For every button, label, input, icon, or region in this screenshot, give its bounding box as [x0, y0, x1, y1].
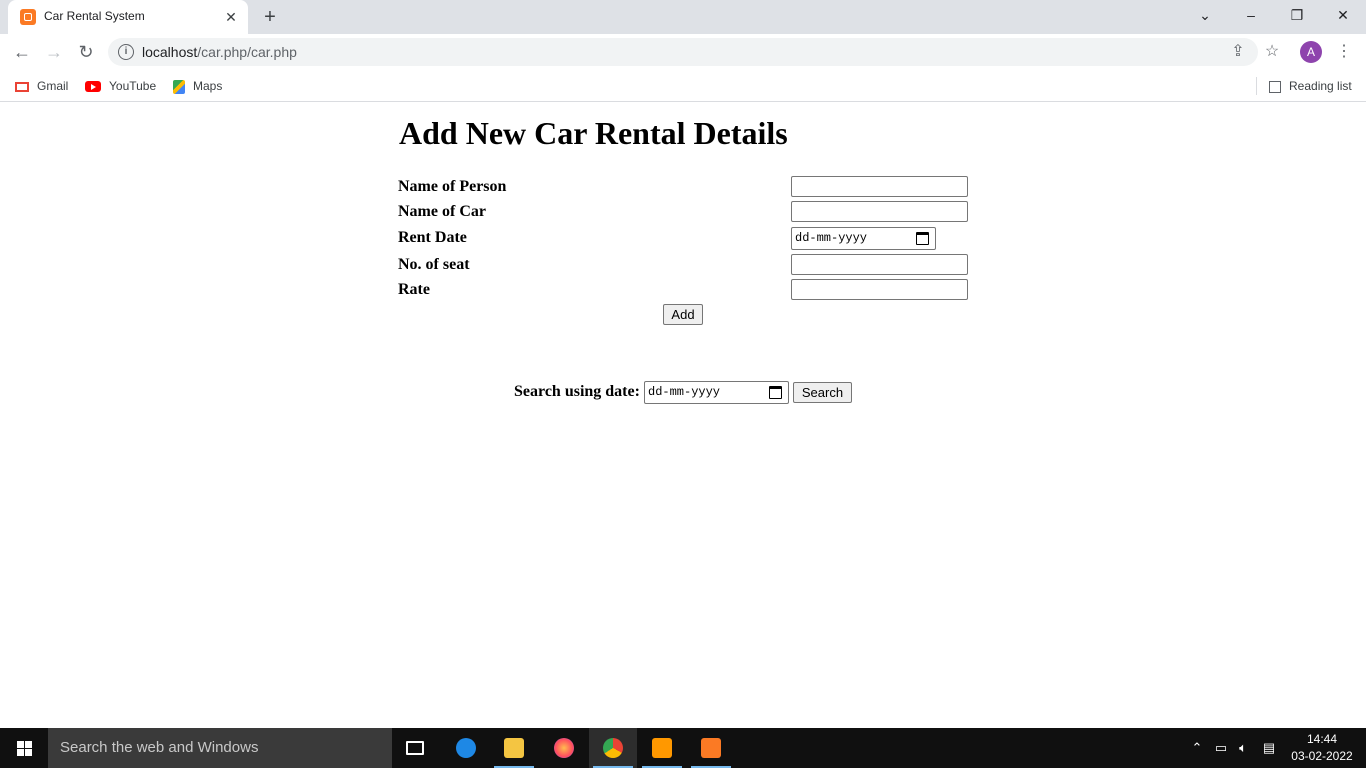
menu-kebab-icon[interactable]: ⋮: [1332, 40, 1356, 64]
minimize-button[interactable]: –: [1237, 3, 1265, 27]
rent-date-placeholder: dd-mm-yyyy: [795, 231, 868, 245]
tab-car-rental-system[interactable]: Car Rental System ✕: [8, 0, 248, 34]
no-of-seat-label: No. of seat: [398, 256, 470, 273]
firefox-icon: [554, 738, 574, 758]
tab-strip: Car Rental System ✕ + ⌄ – ❐ ✕: [0, 0, 1366, 34]
edge-taskbar-app[interactable]: [442, 728, 490, 768]
clock-date: 03-02-2022: [1291, 749, 1353, 763]
clock-time: 14:44: [1306, 732, 1338, 746]
address-url[interactable]: localhost/car.php/car.php: [142, 44, 297, 60]
new-tab-button[interactable]: +: [258, 6, 282, 28]
file-explorer-taskbar-app[interactable]: [490, 728, 538, 768]
site-info-icon[interactable]: i: [118, 44, 134, 60]
rent-date-input[interactable]: dd-mm-yyyy: [791, 227, 936, 250]
xampp-taskbar-app[interactable]: [687, 728, 735, 768]
no-of-seat-input[interactable]: [791, 254, 968, 275]
xampp-favicon-icon: [20, 9, 36, 25]
tray-expand-icon[interactable]: ⌃: [1188, 739, 1206, 757]
notifications-icon[interactable]: ▤: [1260, 739, 1278, 757]
bookmark-star-icon[interactable]: ☆: [1260, 40, 1284, 64]
tab-close-icon[interactable]: ✕: [222, 8, 240, 26]
bookmark-label: YouTube: [109, 79, 157, 93]
volume-icon[interactable]: 🔈︎: [1234, 739, 1252, 757]
page-content: Add New Car Rental Details Name of Perso…: [0, 103, 1366, 728]
name-of-person-label: Name of Person: [398, 178, 507, 195]
bookmark-maps[interactable]: Maps: [173, 77, 222, 95]
tab-search-chevron-icon[interactable]: ⌄: [1191, 3, 1219, 27]
edge-icon: [456, 738, 476, 758]
sublime-text-icon: [652, 738, 672, 758]
add-button[interactable]: Add: [663, 304, 703, 325]
chrome-taskbar-app[interactable]: [589, 728, 637, 768]
bookmarks-bar: Gmail YouTube Maps Reading list: [0, 70, 1366, 102]
page-title: Add New Car Rental Details: [399, 115, 788, 151]
search-button[interactable]: Search: [793, 382, 852, 403]
back-button[interactable]: ←: [9, 39, 35, 65]
battery-icon[interactable]: ▭: [1212, 739, 1230, 757]
sublime-taskbar-app[interactable]: [638, 728, 686, 768]
url-host: localhost: [142, 44, 198, 60]
start-button[interactable]: [0, 728, 48, 768]
search-date-placeholder: dd-mm-yyyy: [648, 385, 721, 399]
profile-avatar[interactable]: A: [1300, 41, 1322, 63]
share-icon[interactable]: ⇪: [1226, 40, 1250, 64]
name-of-person-input[interactable]: [791, 176, 968, 197]
search-date-input[interactable]: dd-mm-yyyy: [644, 381, 789, 404]
bookmark-label: Gmail: [37, 79, 69, 93]
search-date-label: Search using date:: [514, 383, 640, 400]
forward-button[interactable]: →: [41, 39, 67, 65]
rent-date-label: Rent Date: [398, 229, 467, 246]
reading-list-icon: [1269, 80, 1281, 93]
windows-taskbar: Search the web and Windows ⌃ ▭ 🔈︎ ▤ 14:4…: [0, 728, 1366, 768]
task-view-icon: [406, 741, 424, 755]
calendar-icon[interactable]: [916, 232, 929, 245]
taskbar-clock[interactable]: 14:44 03-02-2022: [1284, 731, 1360, 765]
chrome-icon: [603, 738, 623, 758]
calendar-icon[interactable]: [769, 386, 782, 399]
url-path: /car.php/car.php: [197, 44, 297, 60]
task-view-button[interactable]: [392, 728, 440, 768]
name-of-car-label: Name of Car: [398, 203, 486, 220]
name-of-car-input[interactable]: [791, 201, 968, 222]
xampp-icon: [701, 738, 721, 758]
browser-toolbar: ← → ↻ i localhost/car.php/car.php ⇪ ☆ A …: [0, 34, 1366, 70]
bookmark-gmail[interactable]: Gmail: [15, 77, 68, 95]
reload-button[interactable]: ↻: [73, 39, 99, 65]
bookmark-label: Maps: [193, 79, 223, 93]
firefox-taskbar-app[interactable]: [540, 728, 588, 768]
tab-title: Car Rental System: [44, 9, 145, 23]
address-bar[interactable]: i localhost/car.php/car.php ⇪: [108, 38, 1258, 66]
reading-list-button[interactable]: Reading list: [1256, 77, 1352, 95]
windows-logo-icon: [17, 741, 32, 756]
taskbar-search-box[interactable]: Search the web and Windows: [48, 728, 392, 768]
gmail-icon: [15, 81, 29, 92]
rate-input[interactable]: [791, 279, 968, 300]
bookmark-youtube[interactable]: YouTube: [85, 77, 156, 95]
window-close-button[interactable]: ✕: [1329, 3, 1357, 27]
reading-list-label: Reading list: [1289, 79, 1352, 93]
youtube-icon: [85, 81, 101, 93]
folder-icon: [504, 738, 524, 758]
rate-label: Rate: [398, 281, 430, 298]
maps-icon: [173, 79, 185, 94]
restore-button[interactable]: ❐: [1283, 3, 1311, 27]
